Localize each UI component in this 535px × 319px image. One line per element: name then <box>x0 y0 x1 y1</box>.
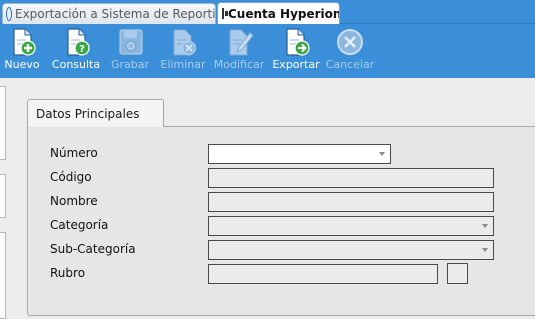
modificar-label: Modificar <box>213 58 265 71</box>
svg-text:?: ? <box>79 44 85 55</box>
cancel-circle-icon <box>337 29 363 55</box>
nuevo-button[interactable]: Nuevo <box>2 24 42 78</box>
consulta-label: Consulta <box>51 58 101 71</box>
edit-document-icon <box>229 29 254 56</box>
subcategoria-label: Sub-Categoría <box>50 242 136 256</box>
categoria-combo[interactable] <box>208 216 494 236</box>
tab-strip: Exportación a Sistema de Reporting Cuent… <box>0 0 535 24</box>
subcategoria-combo[interactable] <box>208 240 494 260</box>
query-document-icon: ? <box>67 28 90 56</box>
grabar-label: Grabar <box>110 58 150 71</box>
cancelar-label: Cancelar <box>325 58 375 71</box>
section-title: Datos Principales <box>36 106 140 121</box>
numero-label: Número <box>50 146 98 160</box>
categoria-label: Categoría <box>50 218 109 232</box>
modificar-button[interactable]: Modificar <box>212 24 266 78</box>
toolbar: Nuevo ? Consulta Grabar Eliminar Modific… <box>0 24 535 78</box>
nombre-field[interactable] <box>208 192 494 212</box>
section-tab-datos-principales[interactable]: Datos Principales <box>27 99 164 127</box>
rubro-lookup-button[interactable] <box>447 263 468 284</box>
codigo-label: Código <box>50 170 92 184</box>
form-window-icon <box>222 8 228 19</box>
grabar-button[interactable]: Grabar <box>108 24 152 78</box>
consulta-button[interactable]: ? Consulta <box>52 24 100 78</box>
tab-exportacion-reporting[interactable]: Exportación a Sistema de Reporting <box>2 3 216 24</box>
exportar-button[interactable]: Exportar <box>270 24 322 78</box>
left-panel-edge <box>0 174 6 218</box>
nuevo-label: Nuevo <box>4 58 40 71</box>
tab-cuenta-hyperion[interactable]: Cuenta Hyperion <box>217 2 340 24</box>
tab-label: Cuenta Hyperion <box>228 6 340 21</box>
rubro-label: Rubro <box>50 266 86 280</box>
cancelar-button[interactable]: Cancelar <box>326 24 374 78</box>
eliminar-button[interactable]: Eliminar <box>160 24 206 78</box>
left-panel-edge <box>0 232 6 319</box>
tab-label: Exportación a Sistema de Reporting <box>15 7 216 21</box>
new-document-icon <box>13 28 36 56</box>
exportar-label: Exportar <box>272 58 320 71</box>
left-panel-edge <box>0 86 6 160</box>
export-document-icon <box>286 28 310 56</box>
form-area: Datos Principales Número Código Nombre C… <box>14 87 535 319</box>
nombre-label: Nombre <box>50 194 98 208</box>
numero-combo[interactable] <box>208 144 391 164</box>
save-disk-icon <box>119 29 143 55</box>
eliminar-label: Eliminar <box>160 58 206 71</box>
codigo-field[interactable] <box>208 168 494 188</box>
delete-document-icon <box>173 29 196 56</box>
rubro-field[interactable] <box>208 264 438 284</box>
